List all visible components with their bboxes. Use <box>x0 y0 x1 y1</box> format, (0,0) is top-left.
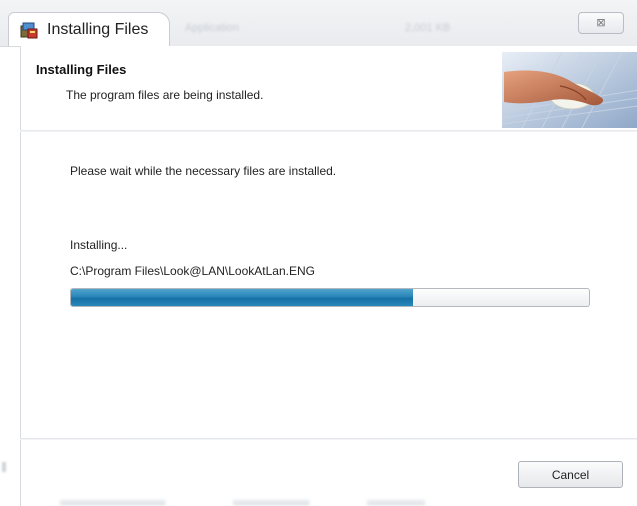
install-progress-bar <box>70 288 590 307</box>
wait-message: Please wait while the necessary files ar… <box>70 164 337 178</box>
window-left-border <box>20 132 21 506</box>
hand-on-mouse-illustration <box>502 52 637 128</box>
window-title: Installing Files <box>47 21 149 38</box>
cancel-button[interactable]: Cancel <box>518 461 623 488</box>
background-window-text: Application <box>185 22 239 34</box>
window-title-tab: Installing Files <box>8 12 170 46</box>
current-file-path: C:\Program Files\Look@LAN\LookAtLan.ENG <box>70 264 315 278</box>
header-divider <box>20 130 637 132</box>
wizard-header: Installing Files The program files are b… <box>20 46 637 130</box>
progress-fill <box>71 289 413 306</box>
install-status-label: Installing... <box>70 238 128 252</box>
background-window-edge <box>2 462 6 472</box>
background-window-text: 2,001 KB <box>405 22 451 34</box>
header-subtitle: The program files are being installed. <box>66 88 264 102</box>
close-button[interactable]: ⊠ <box>578 12 624 34</box>
footer-divider <box>20 438 637 440</box>
background-window-blur <box>60 500 540 506</box>
installer-icon <box>20 22 38 39</box>
header-title: Installing Files <box>36 62 127 77</box>
title-bar: Installing Files Application 2,001 KB ⊠ <box>0 0 637 47</box>
close-icon: ⊠ <box>596 17 606 29</box>
